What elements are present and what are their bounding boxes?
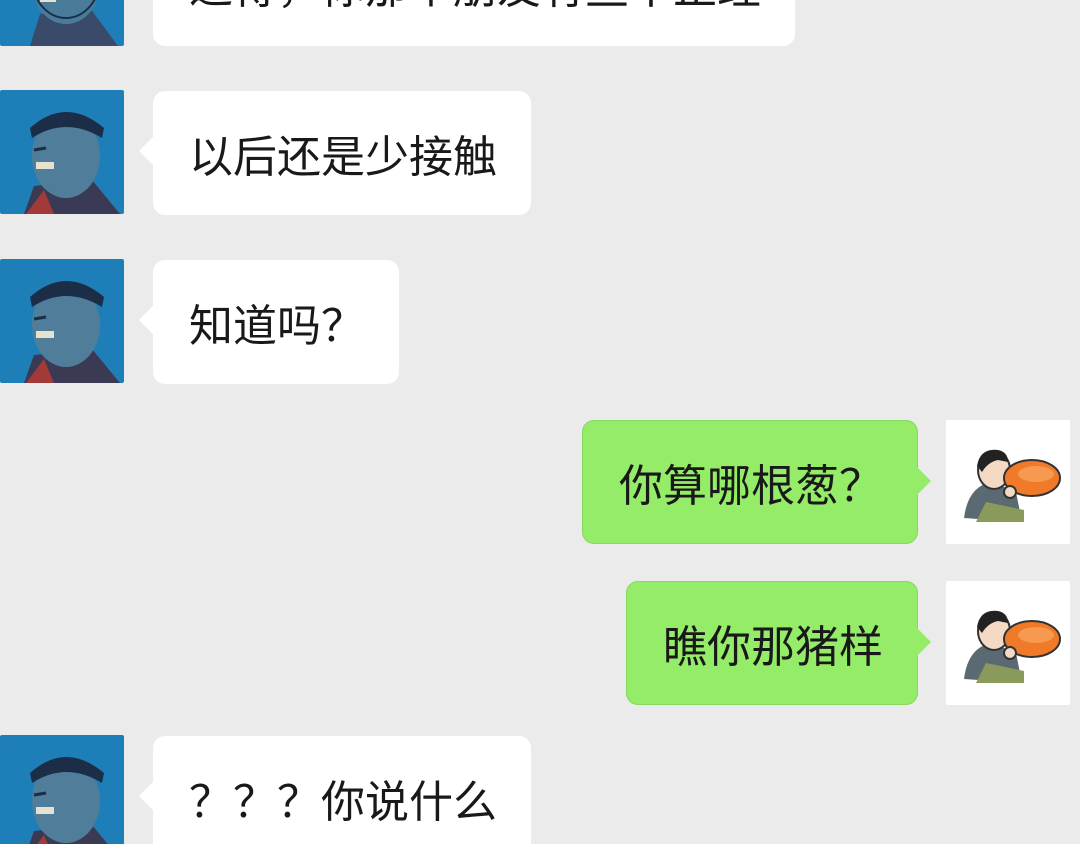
man-headband-icon [0, 259, 124, 383]
outgoing-message-bubble[interactable]: 你算哪根葱？ [582, 420, 931, 544]
man-headband-icon [0, 90, 124, 214]
outgoing-message-bubble[interactable]: 瞧你那猪样 [626, 581, 931, 705]
cartoon-man-eating-sweet-potato-icon [946, 420, 1070, 544]
contact-avatar[interactable] [0, 259, 124, 383]
man-headband-icon [0, 735, 124, 844]
message-text: 知道吗？ [189, 301, 365, 352]
self-avatar[interactable] [946, 581, 1070, 705]
contact-avatar[interactable] [0, 735, 124, 844]
incoming-message-bubble[interactable]: 以后还是少接触 [139, 91, 531, 215]
self-avatar[interactable] [946, 420, 1070, 544]
chat-message-list[interactable]: 过得，你那个朋友有些不正经 以后还是少接触 知道吗？ 你 [0, 0, 1080, 844]
man-headband-icon [0, 0, 124, 46]
message-text: 过得，你那个朋友有些不正经 [189, 0, 761, 16]
message-text: ？？？你说什么 [189, 777, 497, 828]
contact-avatar[interactable] [0, 90, 124, 214]
incoming-message-bubble[interactable]: ？？？你说什么 [139, 736, 531, 844]
message-text: 以后还是少接触 [189, 132, 497, 183]
contact-avatar[interactable] [0, 0, 124, 46]
incoming-message-bubble[interactable]: 知道吗？ [139, 260, 399, 384]
cartoon-man-eating-sweet-potato-icon [946, 581, 1070, 705]
message-text: 瞧你那猪样 [663, 622, 883, 673]
message-text: 你算哪根葱？ [619, 461, 883, 512]
incoming-message-bubble[interactable]: 过得，你那个朋友有些不正经 [153, 0, 795, 46]
